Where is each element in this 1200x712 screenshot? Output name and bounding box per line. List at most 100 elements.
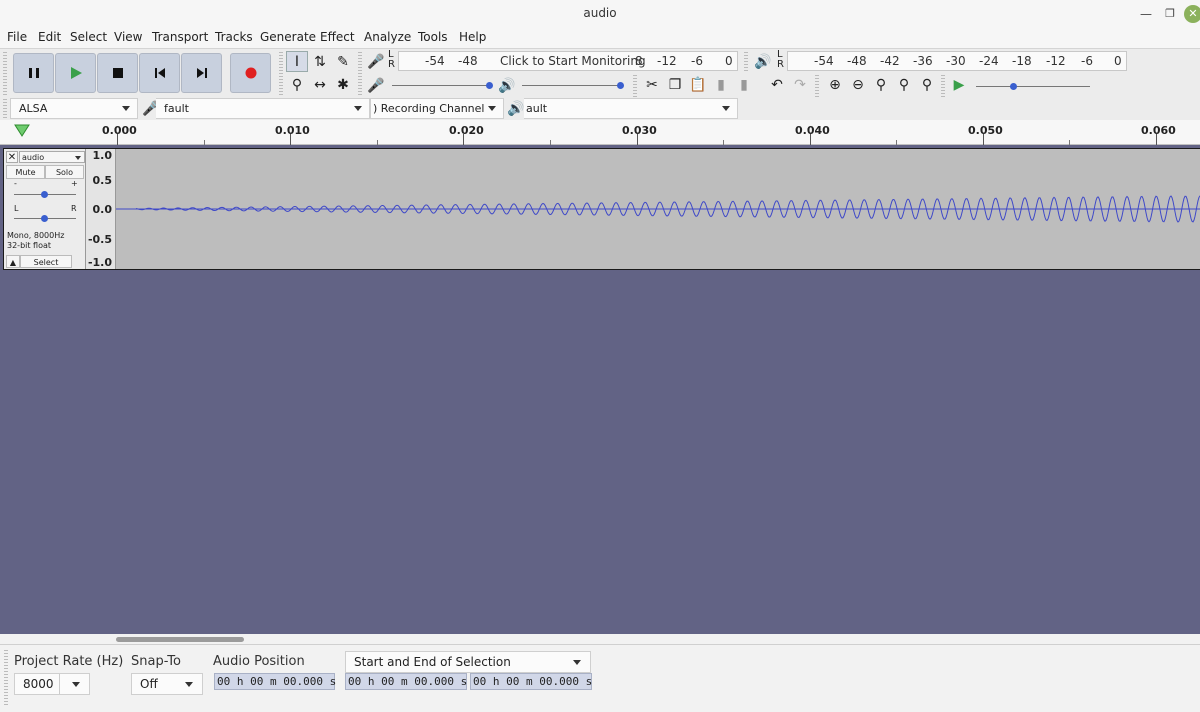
menu-transport[interactable]: Transport	[152, 30, 208, 44]
toolbar-grip[interactable]	[744, 52, 748, 72]
solo-button[interactable]: Solo	[45, 165, 84, 179]
skip-start-icon	[154, 68, 165, 78]
play-button[interactable]	[55, 53, 96, 93]
play-head-icon[interactable]	[14, 124, 30, 138]
snap-to-label: Snap-To	[131, 654, 181, 669]
minimize-icon[interactable]: —	[1137, 5, 1155, 23]
toolbar-grip[interactable]	[3, 52, 7, 96]
menu-view[interactable]: View	[114, 30, 142, 44]
record-volume-knob[interactable]	[486, 82, 493, 89]
record-meter-tick: -6	[691, 54, 703, 68]
audio-position-time[interactable]: 00 h 00 m 00.000 s	[214, 673, 336, 690]
multi-tool-icon[interactable]: ✱	[332, 74, 354, 95]
scrollbar-thumb[interactable]	[116, 637, 244, 642]
paste-icon[interactable]: 📋	[687, 74, 709, 95]
fit-selection-icon[interactable]: ⚲	[870, 74, 892, 95]
playback-meter[interactable]: -54 -48 -42 -36 -30 -24 -18 -12 -6 0	[787, 51, 1127, 71]
mute-button[interactable]: Mute	[6, 165, 45, 179]
record-meter[interactable]: -54 -48 Click to Start Monitoring 8 -12 …	[398, 51, 738, 71]
toolbar-grip[interactable]	[358, 52, 362, 96]
audio-host-select[interactable]: ALSA	[10, 98, 138, 119]
menu-file[interactable]: File	[7, 30, 27, 44]
stop-button[interactable]	[97, 53, 138, 93]
recording-channels-select[interactable]: ) Recording Channel	[370, 98, 504, 119]
toolbar-grip[interactable]	[4, 650, 8, 706]
speaker-icon[interactable]: 🔊	[752, 51, 774, 72]
menu-help[interactable]: Help	[459, 30, 486, 44]
playback-meter-tick: -30	[946, 54, 966, 68]
undo-icon[interactable]: ↶	[766, 74, 788, 95]
redo-icon[interactable]: ↷	[789, 74, 811, 95]
silence-icon[interactable]: ▮	[733, 74, 755, 95]
collapse-icon[interactable]: ▲	[6, 255, 20, 268]
microphone-icon[interactable]: 🎤	[365, 51, 387, 72]
play-speed-knob[interactable]	[1010, 83, 1017, 90]
menu-bar: File Edit Select View Transport Tracks G…	[0, 27, 1200, 48]
menu-generate[interactable]: Generate	[260, 30, 316, 44]
track-select-button[interactable]: Select	[20, 255, 72, 268]
selection-end-value: 00 h 00 m 00.000 s	[473, 675, 593, 688]
waveform[interactable]	[116, 149, 1200, 269]
track-name-menu[interactable]: audio	[19, 151, 85, 163]
amplitude-scale[interactable]: 1.0 0.5 0.0 -0.5 -1.0	[86, 149, 116, 269]
maximize-icon[interactable]: ❐	[1161, 5, 1179, 23]
menu-tools[interactable]: Tools	[418, 30, 448, 44]
cut-icon[interactable]: ✂	[641, 74, 663, 95]
gain-knob[interactable]	[41, 191, 48, 198]
menu-tracks[interactable]: Tracks	[215, 30, 253, 44]
horizontal-scrollbar[interactable]	[0, 634, 1200, 644]
toolbar-grip[interactable]	[815, 75, 819, 97]
snap-to-select[interactable]: Off	[131, 673, 203, 695]
menu-analyze[interactable]: Analyze	[364, 30, 411, 44]
amplitude-label: 0.5	[92, 174, 113, 187]
close-icon[interactable]: ✕	[1184, 5, 1200, 23]
selection-end-time[interactable]: 00 h 00 m 00.000 s	[470, 673, 592, 690]
toolbar-grip[interactable]	[3, 99, 7, 119]
playback-device-select[interactable]: ault	[524, 98, 738, 119]
skip-to-start-button[interactable]	[139, 53, 180, 93]
zoom-toggle-icon[interactable]: ⚲	[916, 74, 938, 95]
record-meter-tick: -48	[458, 54, 478, 68]
pause-button[interactable]	[13, 53, 54, 93]
envelope-tool-icon[interactable]: ⇅	[309, 51, 331, 72]
toolbar-grip[interactable]	[279, 52, 283, 96]
play-speed-slider[interactable]	[976, 86, 1090, 87]
play-at-speed-icon[interactable]: ▶	[948, 74, 970, 95]
toolbar-grip[interactable]	[941, 75, 945, 97]
selection-mode-select[interactable]: Start and End of Selection	[345, 651, 591, 673]
record-volume-slider[interactable]	[392, 85, 492, 86]
selection-start-time[interactable]: 00 h 00 m 00.000 s	[345, 673, 467, 690]
playback-volume-knob[interactable]	[617, 82, 624, 89]
track-format-info: 32-bit float	[7, 241, 52, 250]
pan-knob[interactable]	[41, 215, 48, 222]
pan-left-label: L	[14, 204, 19, 213]
audio-track[interactable]: ✕ audio Mute Solo - + L R Mono, 8000Hz 3…	[3, 148, 1200, 270]
record-monitor-prompt[interactable]: Click to Start Monitoring	[500, 54, 646, 68]
amplitude-label: 0.0	[92, 203, 113, 216]
zoom-in-icon[interactable]: ⊕	[824, 74, 846, 95]
time-shift-tool-icon[interactable]: ↔	[309, 74, 331, 95]
menu-select[interactable]: Select	[70, 30, 107, 44]
playback-meter-tick: -12	[1046, 54, 1066, 68]
zoom-out-icon[interactable]: ⊖	[847, 74, 869, 95]
ruler-tick-label: 0.020	[449, 124, 484, 137]
trim-icon[interactable]: ▮	[710, 74, 732, 95]
menu-effect[interactable]: Effect	[320, 30, 355, 44]
copy-icon[interactable]: ❐	[664, 74, 686, 95]
record-meter-lr: L R	[388, 49, 395, 70]
playback-volume-slider[interactable]	[522, 85, 622, 86]
track-close-icon[interactable]: ✕	[6, 151, 18, 163]
fit-project-icon[interactable]: ⚲	[893, 74, 915, 95]
record-button[interactable]	[230, 53, 271, 93]
pause-icon	[28, 68, 39, 78]
track-area[interactable]: ✕ audio Mute Solo - + L R Mono, 8000Hz 3…	[0, 145, 1200, 634]
zoom-tool-icon[interactable]: ⚲	[286, 74, 308, 95]
project-rate-select[interactable]: 8000	[14, 673, 90, 695]
selection-tool-icon[interactable]: I	[286, 51, 308, 72]
toolbar-grip[interactable]	[633, 75, 637, 97]
skip-to-end-button[interactable]	[181, 53, 222, 93]
timeline-ruler[interactable]: 0.000 0.010 0.020 0.030 0.040 0.050 0.06…	[0, 120, 1200, 145]
draw-tool-icon[interactable]: ✎	[332, 51, 354, 72]
menu-edit[interactable]: Edit	[38, 30, 61, 44]
recording-device-select[interactable]: fault	[156, 98, 370, 119]
